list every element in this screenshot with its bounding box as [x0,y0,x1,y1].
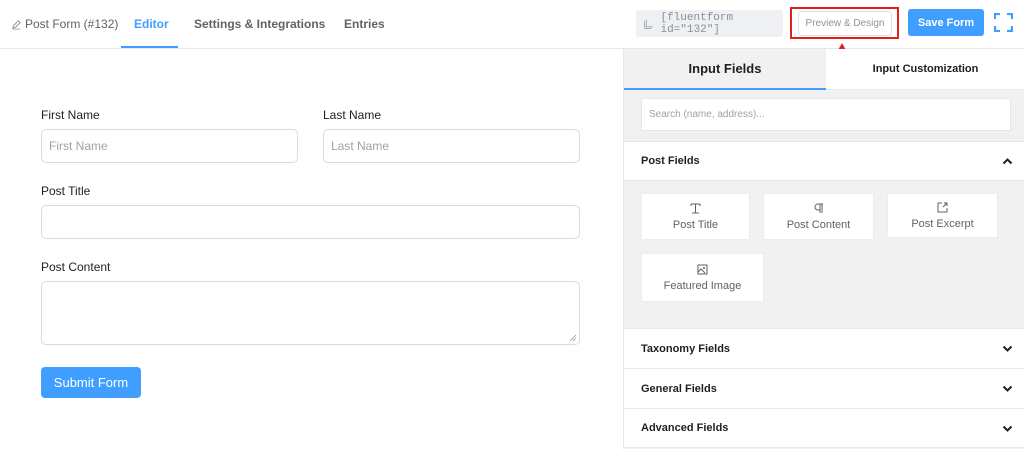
last-name-input[interactable]: Last Name [323,129,580,163]
chevron-up-icon [1002,158,1013,165]
post-title-input[interactable] [41,205,580,239]
post-fields-header[interactable]: Post Fields [624,141,1024,181]
first-name-input[interactable]: First Name [41,129,298,163]
field-sidebar: Input Fields Input Customization Search … [623,49,1024,449]
post-fields-title: Post Fields [641,155,700,167]
field-search-input[interactable]: Search (name, address)... [641,98,1011,131]
tab-editor[interactable]: Editor [134,17,169,31]
last-name-label: Last Name [323,108,382,122]
chevron-down-icon [1002,425,1013,432]
pencil-icon [12,19,21,29]
image-icon [697,264,708,275]
chevron-down-icon [1002,345,1013,352]
paragraph-icon [814,203,823,213]
form-title-text: Post Form (#132) [25,17,119,31]
advanced-fields-header[interactable]: Advanced Fields [624,408,1024,448]
field-card-post-title[interactable]: Post Title [641,193,750,240]
field-card-featured-image[interactable]: Featured Image [641,253,764,302]
general-fields-title: General Fields [641,382,717,395]
shortcode-text: [fluentform id="132"] [660,11,734,36]
tab-entries[interactable]: Entries [344,17,385,31]
taxonomy-fields-title: Taxonomy Fields [641,342,731,355]
save-form-button[interactable]: Save Form [908,9,984,36]
post-title-label: Post Title [41,184,91,198]
post-content-textarea[interactable] [41,281,580,345]
shortcode-copy[interactable]: [fluentform id="132"] [636,10,783,37]
field-card-label: Post Excerpt [911,218,974,230]
tab-input-fields[interactable]: Input Fields [624,49,826,90]
copy-icon [644,19,653,29]
form-title: Post Form (#132) [11,17,118,31]
field-card-post-content[interactable]: Post Content [763,193,874,240]
field-card-label: Post Content [786,219,851,231]
field-card-label: Featured Image [663,280,742,292]
submit-form-button[interactable]: Submit Form [41,367,141,398]
form-canvas: First Name First Name Last Name Last Nam… [0,49,623,449]
excerpt-icon [937,202,948,213]
post-content-label: Post Content [41,260,111,274]
general-fields-header[interactable]: General Fields [624,368,1024,408]
field-card-post-excerpt[interactable]: Post Excerpt [887,193,998,238]
resize-handle-icon[interactable] [569,334,576,341]
field-card-label: Post Title [672,219,719,231]
taxonomy-fields-header[interactable]: Taxonomy Fields [624,328,1024,368]
highlight-annotation [790,7,899,39]
top-toolbar: Post Form (#132) Editor Settings & Integ… [0,0,1024,49]
chevron-down-icon [1002,385,1013,392]
tab-settings-integrations[interactable]: Settings & Integrations [194,17,325,31]
first-name-label: First Name [41,108,100,122]
text-cursor-icon [690,203,701,214]
active-tab-indicator [121,46,178,48]
tab-input-customization[interactable]: Input Customization [826,49,1024,90]
fullscreen-icon[interactable] [994,13,1013,32]
advanced-fields-title: Advanced Fields [641,422,729,434]
